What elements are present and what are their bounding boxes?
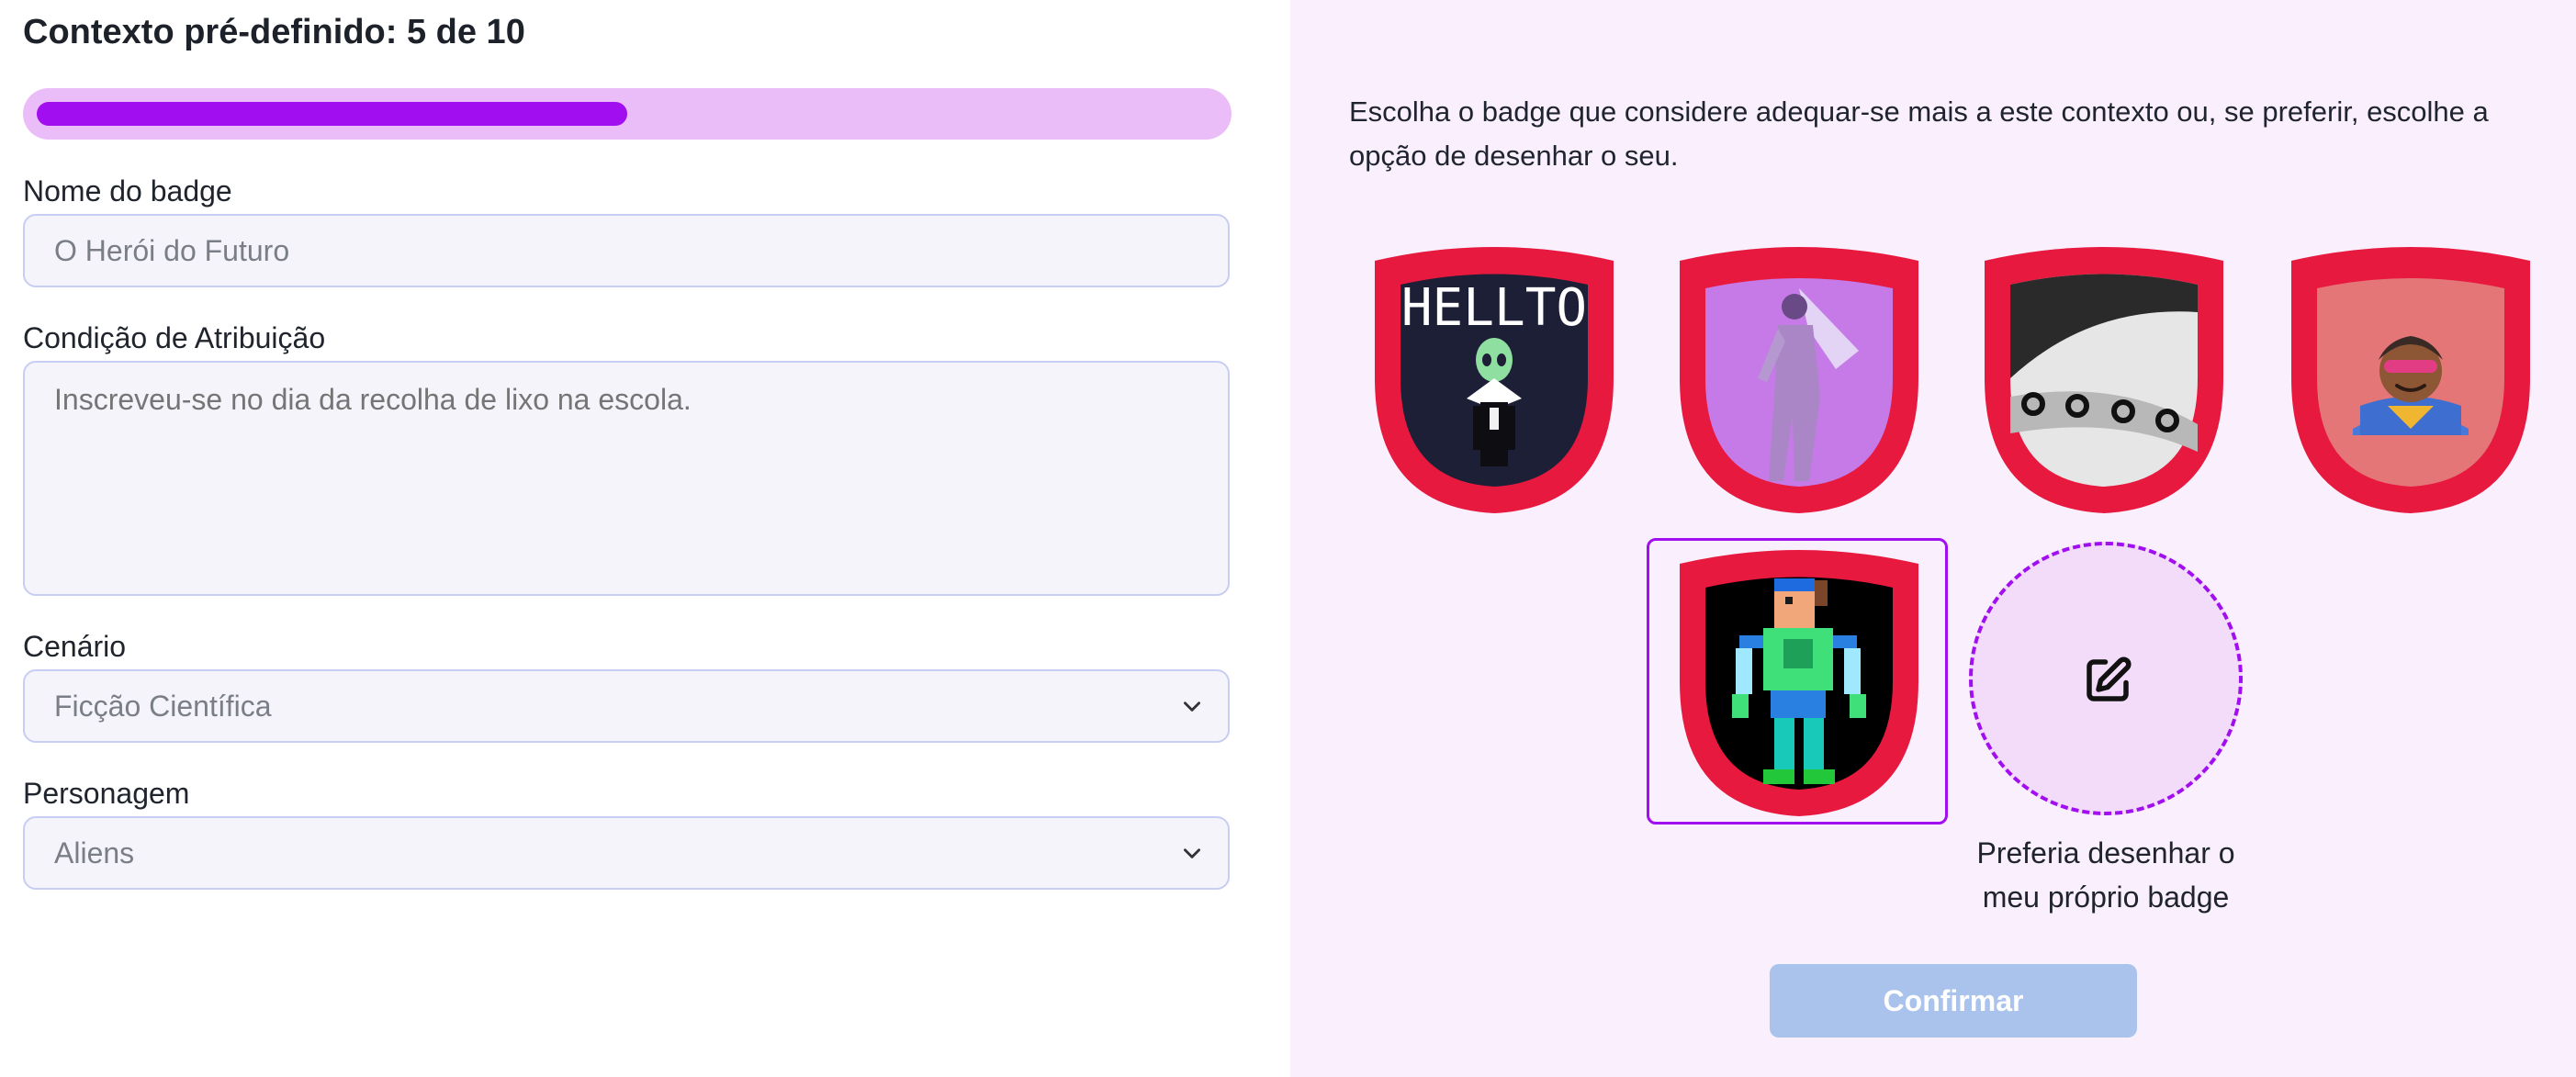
edit-icon bbox=[2087, 656, 2132, 701]
draw-caption-line2: meu próprio badge bbox=[1982, 881, 2230, 914]
condition-textarea[interactable] bbox=[23, 361, 1230, 596]
condition-label: Condição de Atribuição bbox=[23, 321, 326, 354]
scenario-value: Ficção Científica bbox=[54, 690, 272, 723]
page-title: Contexto pré-definido: 5 de 10 bbox=[23, 13, 525, 51]
ufo-badge-image bbox=[1985, 247, 2223, 513]
scenario-select[interactable]: Ficção Científica bbox=[23, 669, 1230, 743]
superhero-badge-image bbox=[1680, 247, 1918, 513]
character-label: Personagem bbox=[23, 777, 190, 810]
draw-caption-line1: Preferia desenhar o bbox=[1976, 836, 2235, 869]
badge-option-masked-hero[interactable] bbox=[2287, 241, 2535, 516]
alien-badge-image: HELLTO bbox=[1375, 247, 1614, 513]
scenario-label: Cenário bbox=[23, 630, 127, 663]
pixel-robot-badge-image bbox=[1680, 550, 1918, 816]
progress-fill bbox=[37, 102, 627, 126]
form-panel: Contexto pré-definido: 5 de 10 Nome do b… bbox=[0, 0, 1290, 1077]
badge-name-placeholder: O Herói do Futuro bbox=[54, 234, 290, 267]
confirm-button[interactable]: Confirmar bbox=[1770, 964, 2137, 1038]
draw-own-badge-button[interactable] bbox=[1969, 542, 2243, 815]
badge-hello-text: HELLTO bbox=[1401, 278, 1587, 338]
chevron-down-icon bbox=[1184, 701, 1200, 712]
badge-name-input[interactable]: O Herói do Futuro bbox=[23, 214, 1230, 287]
badge-option-ufo[interactable] bbox=[1980, 241, 2228, 516]
masked-hero-badge-image bbox=[2291, 247, 2530, 513]
badge-option-pixel-robot[interactable] bbox=[1675, 544, 1923, 819]
character-select[interactable]: Aliens bbox=[23, 816, 1230, 890]
chooser-intro: Escolha o badge que considere adequar-se… bbox=[1349, 95, 2489, 172]
progress-bar bbox=[23, 88, 1232, 140]
character-value: Aliens bbox=[54, 836, 135, 869]
draw-own-badge-caption: Preferia desenhar o meu próprio badge bbox=[1947, 831, 2265, 919]
badge-name-label: Nome do badge bbox=[23, 174, 232, 208]
badge-option-alien[interactable]: HELLTO bbox=[1370, 241, 1618, 516]
badge-option-superhero[interactable] bbox=[1675, 241, 1923, 516]
chevron-down-icon bbox=[1184, 848, 1200, 858]
